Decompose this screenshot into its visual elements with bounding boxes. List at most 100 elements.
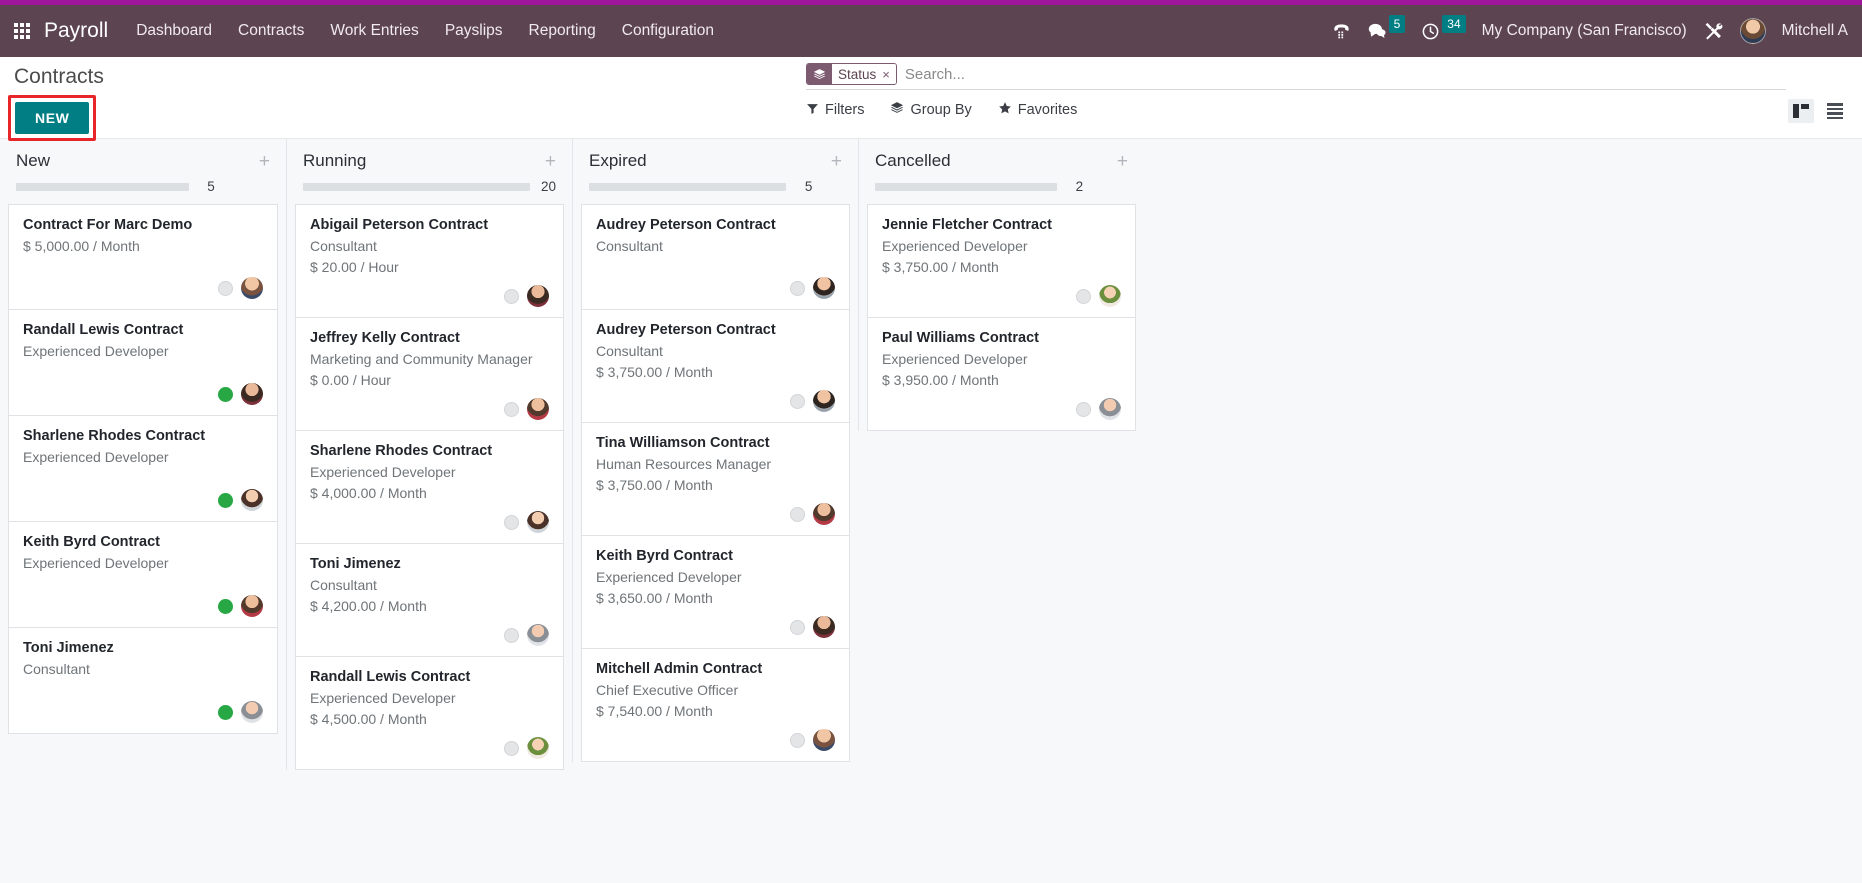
status-dot[interactable] <box>790 506 805 522</box>
close-icon[interactable]: × <box>882 67 890 82</box>
company-switcher[interactable]: My Company (San Francisco) <box>1482 22 1687 40</box>
employee-avatar[interactable] <box>813 729 835 751</box>
card-list: Contract For Marc Demo $ 5,000.00 / Month… <box>8 204 278 734</box>
employee-avatar[interactable] <box>1099 285 1121 307</box>
menu-item-work-entries[interactable]: Work Entries <box>330 22 418 40</box>
new-button[interactable]: NEW <box>15 102 90 134</box>
list-view-icon[interactable] <box>1822 99 1848 123</box>
employee-avatar[interactable] <box>813 390 835 412</box>
employee-avatar[interactable] <box>813 277 835 299</box>
card-footer <box>310 614 549 646</box>
status-dot[interactable] <box>218 704 233 720</box>
filters-dropdown[interactable]: Filters <box>806 101 864 119</box>
status-dot[interactable] <box>1076 401 1091 417</box>
employee-avatar[interactable] <box>1099 398 1121 420</box>
employee-avatar[interactable] <box>527 511 549 533</box>
add-record-icon[interactable]: + <box>259 152 270 171</box>
employee-avatar[interactable] <box>527 624 549 646</box>
kanban-card[interactable]: Abigail Peterson Contract Consultant $ 20.… <box>295 204 564 318</box>
kanban-card[interactable]: Contract For Marc Demo $ 5,000.00 / Month <box>8 204 278 310</box>
facet-label-status[interactable]: Status × <box>832 64 896 84</box>
card-title: Sharlene Rhodes Contract <box>310 443 493 459</box>
funnel-icon <box>806 102 819 119</box>
employee-avatar[interactable] <box>527 285 549 307</box>
card-title: Toni Jimenez <box>310 556 401 572</box>
kanban-card[interactable]: Audrey Peterson Contract Consultant <box>581 204 850 310</box>
status-dot[interactable] <box>504 514 519 530</box>
status-dot[interactable] <box>504 288 519 304</box>
column-progress: 5 <box>581 177 850 204</box>
add-record-icon[interactable]: + <box>831 152 842 171</box>
status-dot[interactable] <box>218 386 233 402</box>
apps-grid-icon[interactable] <box>14 23 30 39</box>
user-menu[interactable]: Mitchell A <box>1782 22 1848 40</box>
progress-bar[interactable] <box>589 182 787 191</box>
kanban-card[interactable]: Randall Lewis Contract Experienced Develo… <box>295 657 564 770</box>
kanban-card[interactable]: Toni Jimenez Consultant $ 4,200.00 / Month <box>295 544 564 657</box>
star-icon <box>998 101 1012 119</box>
kanban-card[interactable]: Keith Byrd Contract Experienced Developer <box>8 522 278 628</box>
status-dot[interactable] <box>504 401 519 417</box>
kanban-card[interactable]: Mitchell Admin Contract Chief Executive O… <box>581 649 850 762</box>
employee-avatar[interactable] <box>527 398 549 420</box>
activities-counter[interactable]: 34 <box>1421 15 1466 41</box>
messages-counter[interactable]: 5 <box>1367 15 1406 40</box>
status-dot[interactable] <box>218 280 233 296</box>
kanban-card[interactable]: Keith Byrd Contract Experienced Developer… <box>581 536 850 649</box>
card-title: Toni Jimenez <box>23 640 114 656</box>
progress-bar[interactable] <box>303 182 530 191</box>
kanban-card[interactable]: Tina Williamson Contract Human Resources … <box>581 423 850 536</box>
column-progress: 2 <box>867 177 1136 204</box>
add-record-icon[interactable]: + <box>1117 152 1128 171</box>
search-facet-status[interactable]: Status × <box>806 63 897 85</box>
user-avatar[interactable] <box>1739 18 1766 44</box>
kanban-card[interactable]: Audrey Peterson Contract Consultant $ 3,75… <box>581 310 850 423</box>
card-footer <box>596 267 835 299</box>
kanban-card[interactable]: Sharlene Rhodes Contract Experienced Deve… <box>8 416 278 522</box>
status-dot[interactable] <box>1076 288 1091 304</box>
kanban-card[interactable]: Toni Jimenez Consultant <box>8 628 278 734</box>
status-dot[interactable] <box>790 393 805 409</box>
app-brand-payroll[interactable]: Payroll <box>44 19 108 43</box>
employee-avatar[interactable] <box>241 383 263 405</box>
favorites-dropdown[interactable]: Favorites <box>998 101 1077 119</box>
employee-avatar[interactable] <box>241 277 263 299</box>
search-input[interactable] <box>904 65 1305 83</box>
kanban-card[interactable]: Sharlene Rhodes Contract Experienced Deve… <box>295 431 564 544</box>
employee-avatar[interactable] <box>527 737 549 759</box>
status-dot[interactable] <box>504 627 519 643</box>
kanban-card[interactable]: Paul Williams Contract Experienced Develo… <box>867 318 1136 431</box>
card-job-position: Consultant <box>596 238 663 254</box>
employee-avatar[interactable] <box>813 503 835 525</box>
phone-dialpad-icon[interactable] <box>1332 22 1351 41</box>
wrench-screwdriver-icon[interactable] <box>1703 21 1724 42</box>
status-dot[interactable] <box>218 492 233 508</box>
group-by-dropdown[interactable]: Group By <box>890 101 972 119</box>
employee-avatar[interactable] <box>241 489 263 511</box>
card-job-position: Experienced Developer <box>882 351 1028 367</box>
menu-item-reporting[interactable]: Reporting <box>529 22 596 40</box>
kanban-card[interactable]: Randall Lewis Contract Experienced Develo… <box>8 310 278 416</box>
status-dot[interactable] <box>790 619 805 635</box>
status-dot[interactable] <box>790 280 805 296</box>
card-wage: $ 3,650.00 / Month <box>596 590 713 606</box>
employee-avatar[interactable] <box>241 595 263 617</box>
status-dot[interactable] <box>218 598 233 614</box>
menu-item-configuration[interactable]: Configuration <box>622 22 714 40</box>
kanban-card[interactable]: Jeffrey Kelly Contract Marketing and Comm… <box>295 318 564 431</box>
kanban-card[interactable]: Jennie Fletcher Contract Experienced Deve… <box>867 204 1136 318</box>
kanban-column-new: New +5 Contract For Marc Demo $ 5,000.00 / … <box>0 139 286 734</box>
kanban-view-icon[interactable] <box>1788 99 1814 123</box>
progress-bar[interactable] <box>875 182 1058 191</box>
employee-avatar[interactable] <box>241 701 263 723</box>
search-box[interactable]: Status × <box>806 63 1786 90</box>
menu-item-contracts[interactable]: Contracts <box>238 22 304 40</box>
status-dot[interactable] <box>504 740 519 756</box>
employee-avatar[interactable] <box>813 616 835 638</box>
menu-item-payslips[interactable]: Payslips <box>445 22 503 40</box>
menu-item-dashboard[interactable]: Dashboard <box>136 22 212 40</box>
status-dot[interactable] <box>790 732 805 748</box>
progress-bar[interactable] <box>16 182 189 191</box>
card-footer <box>596 380 835 412</box>
add-record-icon[interactable]: + <box>545 152 556 171</box>
